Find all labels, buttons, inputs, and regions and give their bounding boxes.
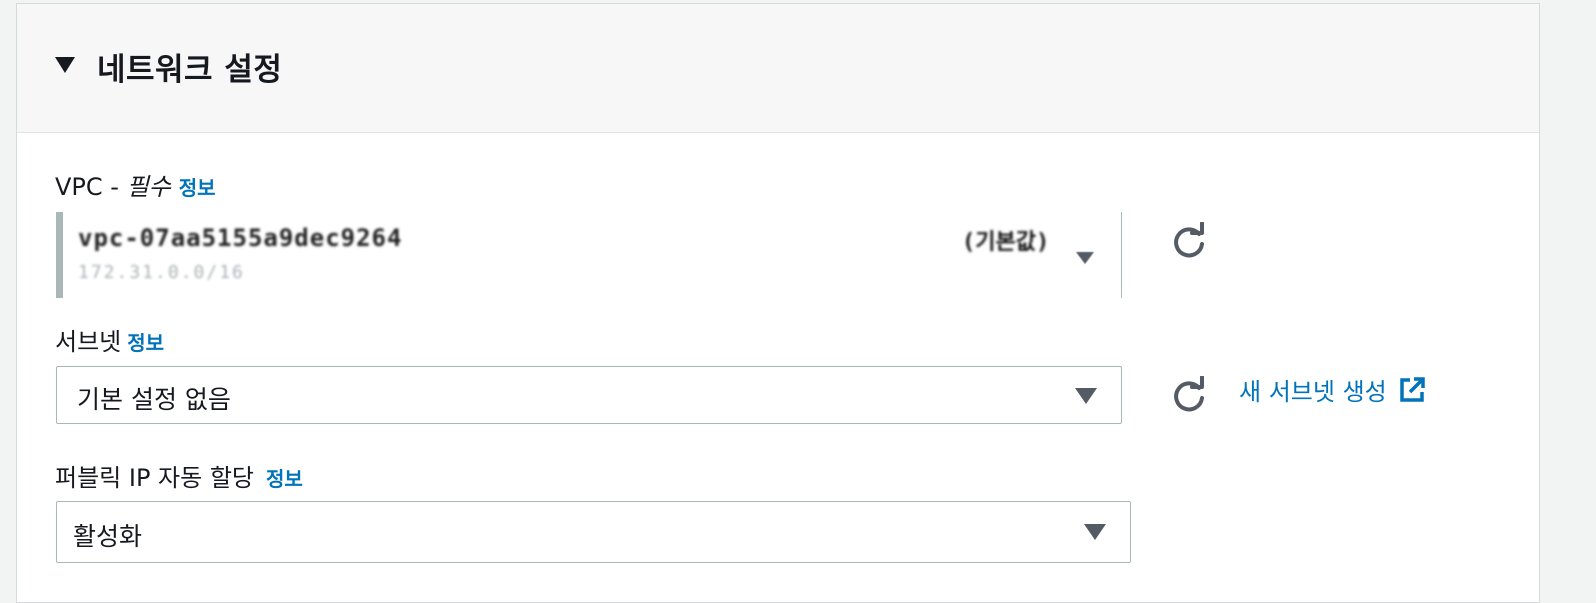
subnet-refresh-icon[interactable] [1169,376,1209,416]
vpc-selected-id: vpc-07aa5155a9dec9264 [78,224,403,252]
external-link-icon [1400,376,1425,402]
public-ip-info-link[interactable]: 정보 [266,467,303,491]
section-title: 네트워크 설정 [97,52,283,88]
subnet-label-text: 서브넷 [55,328,122,356]
vpc-select-right-border [1121,212,1122,298]
vpc-refresh-icon[interactable] [1169,222,1209,262]
vpc-label: VPC - 필수 정보 [55,167,216,202]
section-header[interactable]: 네트워크 설정 [17,4,1539,133]
collapse-caret-icon[interactable] [55,57,75,73]
vpc-select[interactable]: vpc-07aa5155a9dec9264 172.31.0.0/16 (기본값… [56,212,1122,298]
vpc-dropdown-caret-icon [1076,252,1094,264]
vpc-info-link[interactable]: 정보 [179,176,216,200]
create-subnet-link[interactable]: 새 서브넷 생성 [1239,372,1427,407]
public-ip-select[interactable]: 활성화 [56,501,1131,563]
vpc-required-text: 필수 [126,173,171,201]
vpc-selected-name: (기본값) [962,230,1050,255]
vpc-select-left-border [56,212,63,298]
subnet-select-value: 기본 설정 없음 [77,385,231,414]
subnet-dropdown-caret-icon [1075,388,1097,404]
public-ip-select-value: 활성화 [73,522,143,551]
public-ip-label-text: 퍼블릭 IP 자동 할당 [55,464,254,492]
create-subnet-link-text: 새 서브넷 생성 [1239,378,1387,406]
subnet-select[interactable]: 기본 설정 없음 [56,366,1122,424]
public-ip-label: 퍼블릭 IP 자동 할당 정보 [55,458,303,493]
vpc-label-text: VPC - [55,173,127,201]
network-settings-panel: 네트워크 설정 VPC - 필수 정보 vpc-07aa5155a9dec9264… [16,3,1540,603]
subnet-info-link[interactable]: 정보 [127,331,164,355]
subnet-label: 서브넷 정보 [55,322,164,357]
public-ip-dropdown-caret-icon [1084,524,1106,540]
vpc-selected-cidr: 172.31.0.0/16 [78,262,245,283]
